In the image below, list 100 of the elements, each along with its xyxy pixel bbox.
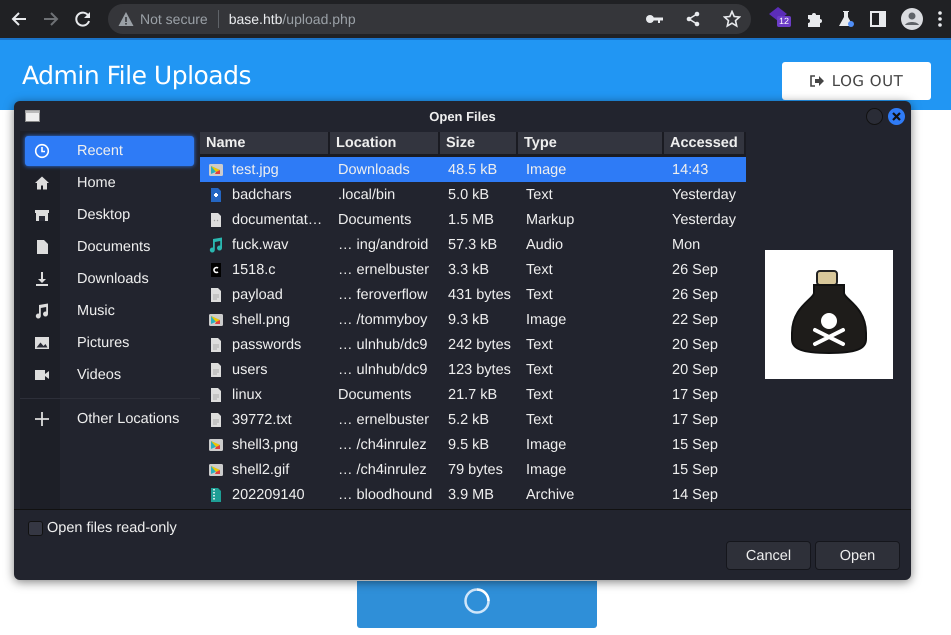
file-size: 21.7 kB [448,386,498,402]
file-row[interactable]: fuck.wav … ing/android 57.3 kB Audio Mon [200,232,746,257]
image-file-icon [208,162,224,178]
file-type: Image [526,312,566,328]
checkbox-label: Open files read-only [47,520,177,536]
file-name: test.jpg [232,162,279,178]
profile-avatar-icon[interactable] [901,8,923,30]
file-location: … ulnhub/dc9 [338,336,428,352]
loading-spinner-icon [463,587,491,615]
file-row[interactable]: shell2.gif … /ch4inrulez 79 bytes Image 15 Sep [200,457,746,482]
file-accessed: 26 Sep [672,262,718,278]
file-size: 79 bytes [448,462,503,478]
file-size: 5.0 kB [448,186,490,202]
file-type: Text [526,362,553,378]
flask-icon[interactable] [837,10,855,28]
file-row[interactable]: 39772.txt … ernelbuster 5.2 kB Text 17 Sep [200,407,746,432]
file-row[interactable]: linux Documents 21.7 kB Text 17 Sep [200,382,746,407]
file-accessed: 14:43 [672,162,708,178]
file-location: Documents [338,386,412,402]
file-name: payload [232,286,283,302]
file-location: … bloodhound [338,486,432,502]
file-location: … ulnhub/dc9 [338,362,428,378]
column-header[interactable]: Type [518,132,664,157]
puzzle-icon[interactable] [805,10,823,28]
file-row[interactable]: passwords … ulnhub/dc9 242 bytes Text 20 Sep [200,332,746,357]
sidebar-item[interactable]: Home [25,168,194,198]
file-accessed: Yesterday [672,212,736,228]
file-name: 39772.txt [232,412,292,428]
video-camera-icon [34,367,50,383]
cancel-button[interactable]: Cancel [726,541,811,570]
column-header[interactable]: Size [440,132,518,157]
file-row[interactable]: 202209140 … bloodhound 3.9 MB Archive 14 Sep [200,482,746,507]
script-file-icon [208,186,224,202]
file-location: … /ch4inrulez [338,436,427,452]
open-button[interactable]: Open [815,541,900,570]
file-row[interactable]: badchars .local/bin 5.0 kB Text Yesterday [200,182,746,207]
file-row[interactable]: shell3.png … /ch4inrulez 9.5 kB Image 15 Sep [200,432,746,457]
document-icon [34,239,50,255]
image-icon [34,335,50,351]
file-size: 57.3 kB [448,236,498,252]
sidebar-item[interactable]: Other Locations [25,404,194,434]
sidebar-item[interactable]: Documents [25,232,194,262]
image-file-icon [208,462,224,478]
column-header[interactable]: Accessed [664,132,746,157]
extension-button[interactable]: 12 [769,7,791,31]
dialog-title: Open Files [428,108,497,124]
file-type: Archive [526,486,574,502]
file-size: 5.2 kB [448,412,490,428]
file-accessed: Mon [672,236,700,252]
file-row[interactable]: shell.png … /tommyboy 9.3 kB Image 22 Sep [200,307,746,332]
file-location: … feroverflow [338,286,428,302]
file-row[interactable]: payload … feroverflow 431 bytes Text 26 Sep [200,282,746,307]
file-type: Audio [526,236,564,252]
file-row[interactable]: 1518.c … ernelbuster 3.3 kB Text 26 Sep [200,257,746,282]
sidebar-item[interactable]: Downloads [25,264,194,294]
file-name: users [232,362,268,378]
desktop-icon [34,207,50,223]
file-accessed: 17 Sep [672,412,718,428]
sidebar-item[interactable]: Desktop [25,200,194,230]
column-header[interactable]: Name [200,132,330,157]
file-size: 3.3 kB [448,262,490,278]
page-title: Admin File Uploads [22,60,252,90]
share-icon[interactable] [685,11,701,27]
file-accessed: 14 Sep [672,486,718,502]
close-button[interactable] [888,108,905,124]
file-accessed: 15 Sep [672,436,718,452]
logout-button[interactable]: LOG OUT [782,62,931,100]
file-accessed: 20 Sep [672,362,718,378]
file-row[interactable]: users … ulnhub/dc9 123 bytes Text 20 Sep [200,357,746,382]
reload-icon[interactable] [74,10,92,28]
document-file-icon [208,212,224,228]
key-icon[interactable] [645,13,663,25]
file-size: 431 bytes [448,286,511,302]
text-file-icon [208,286,224,302]
file-accessed: 15 Sep [672,462,718,478]
file-name: linux [232,386,262,402]
file-row[interactable]: documentat… Documents 1.5 MB Markup Yesterday [200,207,746,232]
file-type: Image [526,462,566,478]
file-size: 9.5 kB [448,436,490,452]
back-arrow-icon[interactable] [10,10,28,28]
file-type: Text [526,412,553,428]
side-panel-icon[interactable] [869,10,887,28]
file-accessed: Yesterday [672,186,736,202]
star-icon[interactable] [723,10,741,28]
file-location: … ing/android [338,236,428,252]
sidebar-item[interactable]: Videos [25,360,194,390]
menu-icon[interactable] [937,10,943,28]
address-bar[interactable]: Not secure base.htb/upload.php [108,4,751,34]
sidebar-item[interactable]: Music [25,296,194,326]
text-file-icon [208,362,224,378]
checkbox[interactable] [28,520,43,536]
file-location: .local/bin [338,186,396,202]
file-name: shell.png [232,312,290,328]
column-header[interactable]: Location [330,132,440,157]
warning-icon [118,11,134,27]
sidebar-item[interactable]: Pictures [25,328,194,358]
file-accessed: 17 Sep [672,386,718,402]
sign-out-icon [810,74,824,88]
url-path: /upload.php [282,11,356,27]
archive-file-icon [208,486,224,502]
